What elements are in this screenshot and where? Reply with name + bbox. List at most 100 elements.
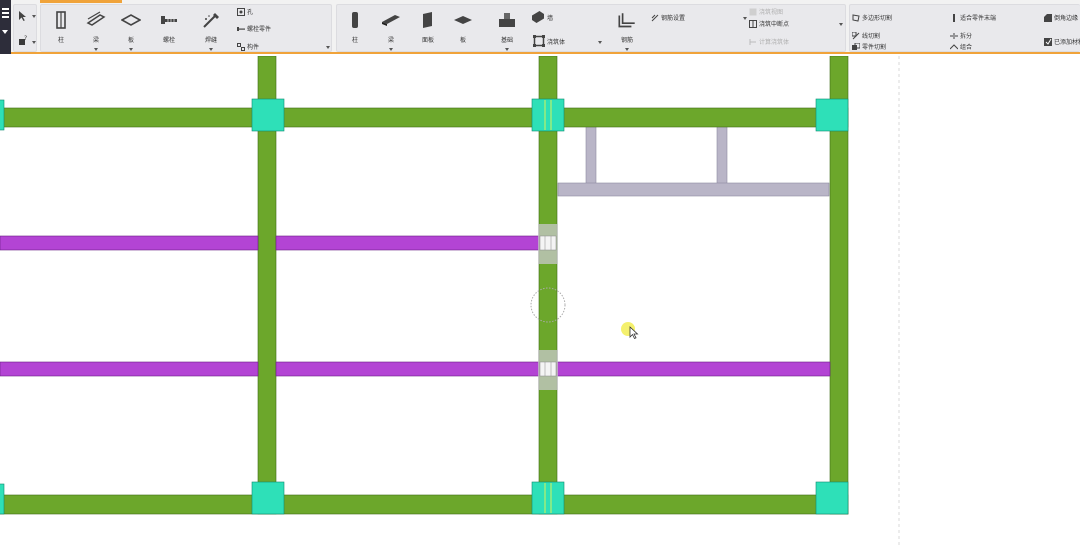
- polygon-cut-label: 多边形切割: [862, 15, 893, 22]
- beam-column-joint: [0, 99, 5, 131]
- steel-group: 柱 梁 板 螺栓 焊缝 孔 螺栓零件 构件: [40, 4, 332, 52]
- pour-break-button[interactable]: 浇筑中断点: [749, 19, 789, 28]
- concrete-group: 柱 梁 面板 板 基础 墙 浇筑体 钢筋 钢筋设置 浇筑视图 浇筑中断点 计算浇…: [336, 4, 846, 52]
- split-label: 拆分: [960, 33, 973, 40]
- panel-button[interactable]: 面板: [414, 5, 442, 44]
- calc-pour-button[interactable]: 计算浇筑体: [749, 37, 789, 46]
- secondary-beam: [0, 235, 259, 251]
- secondary-beam: [0, 361, 259, 377]
- wall-button[interactable]: 墙: [531, 11, 553, 23]
- footing-label: 基础: [500, 37, 513, 44]
- part-cut-icon: [852, 42, 860, 50]
- hole-button[interactable]: 孔: [237, 7, 253, 16]
- steel-column-button[interactable]: 柱: [47, 5, 75, 44]
- weld-label: 焊缝: [204, 37, 217, 44]
- concrete-column-icon: [352, 12, 358, 28]
- model-viewport[interactable]: [0, 56, 1080, 546]
- secondary-beam: [275, 361, 540, 377]
- polygon-cut-icon: [852, 13, 860, 22]
- beam-column-joint: [0, 483, 5, 515]
- concrete-beam-bottom: [0, 494, 849, 515]
- bolt-part-icon: [237, 26, 245, 31]
- concrete-beam-label: 梁: [387, 37, 394, 44]
- wall-icon: [532, 11, 544, 23]
- mouse-pointer-icon: [629, 326, 639, 340]
- steel-column-icon: [56, 11, 66, 29]
- query-icon[interactable]: ?: [17, 35, 29, 47]
- chamfer-edge-button[interactable]: 倒角边缘: [1044, 13, 1078, 22]
- line-cut-icon: [852, 31, 860, 39]
- steel-post: [585, 125, 597, 185]
- split-button[interactable]: 拆分: [950, 31, 972, 40]
- pour-object-label: 浇筑体: [547, 38, 566, 46]
- hole-label: 孔: [247, 9, 254, 16]
- calc-pour-label: 计算浇筑体: [759, 39, 790, 46]
- beam-column-joint: [531, 481, 565, 515]
- steel-plate-button[interactable]: 板: [117, 5, 145, 51]
- bolt-part-label: 螺栓零件: [247, 26, 272, 33]
- added-material-icon: [1044, 37, 1052, 46]
- combine-button[interactable]: 组合: [950, 42, 972, 51]
- rebar-settings-button[interactable]: 钢筋设置: [651, 13, 685, 22]
- steel-plate-label: 板: [127, 37, 134, 44]
- rebar-icon: [618, 13, 635, 28]
- panel-icon: [423, 12, 432, 28]
- line-cut-label: 线切割: [862, 33, 881, 40]
- rebar-settings-label: 钢筋设置: [661, 15, 686, 22]
- hole-icon: [237, 7, 245, 16]
- steel-post: [716, 125, 728, 185]
- steel-group-dropdown[interactable]: [326, 46, 330, 49]
- component-button[interactable]: 构件: [237, 42, 259, 51]
- bolt-part-button[interactable]: 螺栓零件: [237, 24, 271, 33]
- component-label: 构件: [247, 44, 260, 51]
- chevron-down-icon: [2, 30, 8, 34]
- active-tab-indicator: [40, 0, 122, 3]
- pour-view-button[interactable]: 浇筑视图: [749, 7, 783, 16]
- combine-label: 组合: [960, 44, 973, 51]
- bolt-button[interactable]: 螺栓: [155, 5, 183, 44]
- weld-button[interactable]: 焊缝: [197, 5, 225, 51]
- slab-button[interactable]: 板: [449, 5, 477, 44]
- steel-beam-label: 梁: [92, 37, 99, 44]
- beam-column-joint: [815, 98, 849, 132]
- concrete-beam-button[interactable]: 梁: [377, 5, 405, 51]
- model-drawing: [0, 56, 900, 546]
- weld-icon: [203, 13, 219, 28]
- chamfer-edge-label: 倒角边缘: [1054, 15, 1079, 22]
- pour-view-label: 浇筑视图: [759, 9, 784, 16]
- fit-part-end-button[interactable]: 适合零件末端: [950, 13, 996, 22]
- beam-column-joint: [815, 481, 849, 515]
- beam-column-joint: [251, 481, 285, 515]
- fit-part-end-icon: [953, 13, 955, 22]
- pour-view-icon: [749, 8, 757, 15]
- slab-icon: [454, 16, 472, 24]
- edit-group: 多边形切割 适合零件末端 倒角边缘 线切割 拆分 零件切割 组合 已添加材料: [849, 4, 1080, 52]
- component-icon: [237, 42, 245, 51]
- part-cut-button[interactable]: 零件切割: [852, 42, 886, 51]
- rebar-settings-icon: [651, 14, 659, 21]
- secondary-beam: [556, 361, 831, 377]
- pour-break-marker: [539, 361, 557, 377]
- beam-column-joint: [251, 98, 285, 132]
- pour-break-icon: [749, 19, 757, 28]
- concrete-column-button[interactable]: 柱: [341, 5, 369, 44]
- rebar-button[interactable]: 钢筋: [613, 5, 641, 51]
- concrete-beam-icon: [382, 15, 400, 26]
- steel-plate-icon: [121, 14, 141, 26]
- select-group: ?: [13, 4, 37, 52]
- wall-label: 墙: [547, 14, 554, 22]
- combine-icon: [950, 43, 958, 49]
- polygon-cut-button[interactable]: 多边形切割: [852, 13, 892, 22]
- footing-button[interactable]: 基础: [493, 5, 521, 51]
- bolt-label: 螺栓: [162, 37, 175, 44]
- slab-label: 板: [459, 37, 466, 44]
- added-material-label: 已添加材料: [1054, 39, 1080, 46]
- app-menu-button[interactable]: [0, 0, 11, 54]
- added-material-button[interactable]: 已添加材料: [1044, 37, 1080, 46]
- pour-object-button[interactable]: 浇筑体: [533, 35, 565, 47]
- line-cut-button[interactable]: 线切割: [852, 31, 880, 40]
- steel-beam-button[interactable]: 梁: [82, 5, 110, 51]
- select-arrow-icon[interactable]: [17, 10, 29, 22]
- pour-break-label: 浇筑中断点: [759, 21, 790, 28]
- footing-icon: [499, 13, 515, 27]
